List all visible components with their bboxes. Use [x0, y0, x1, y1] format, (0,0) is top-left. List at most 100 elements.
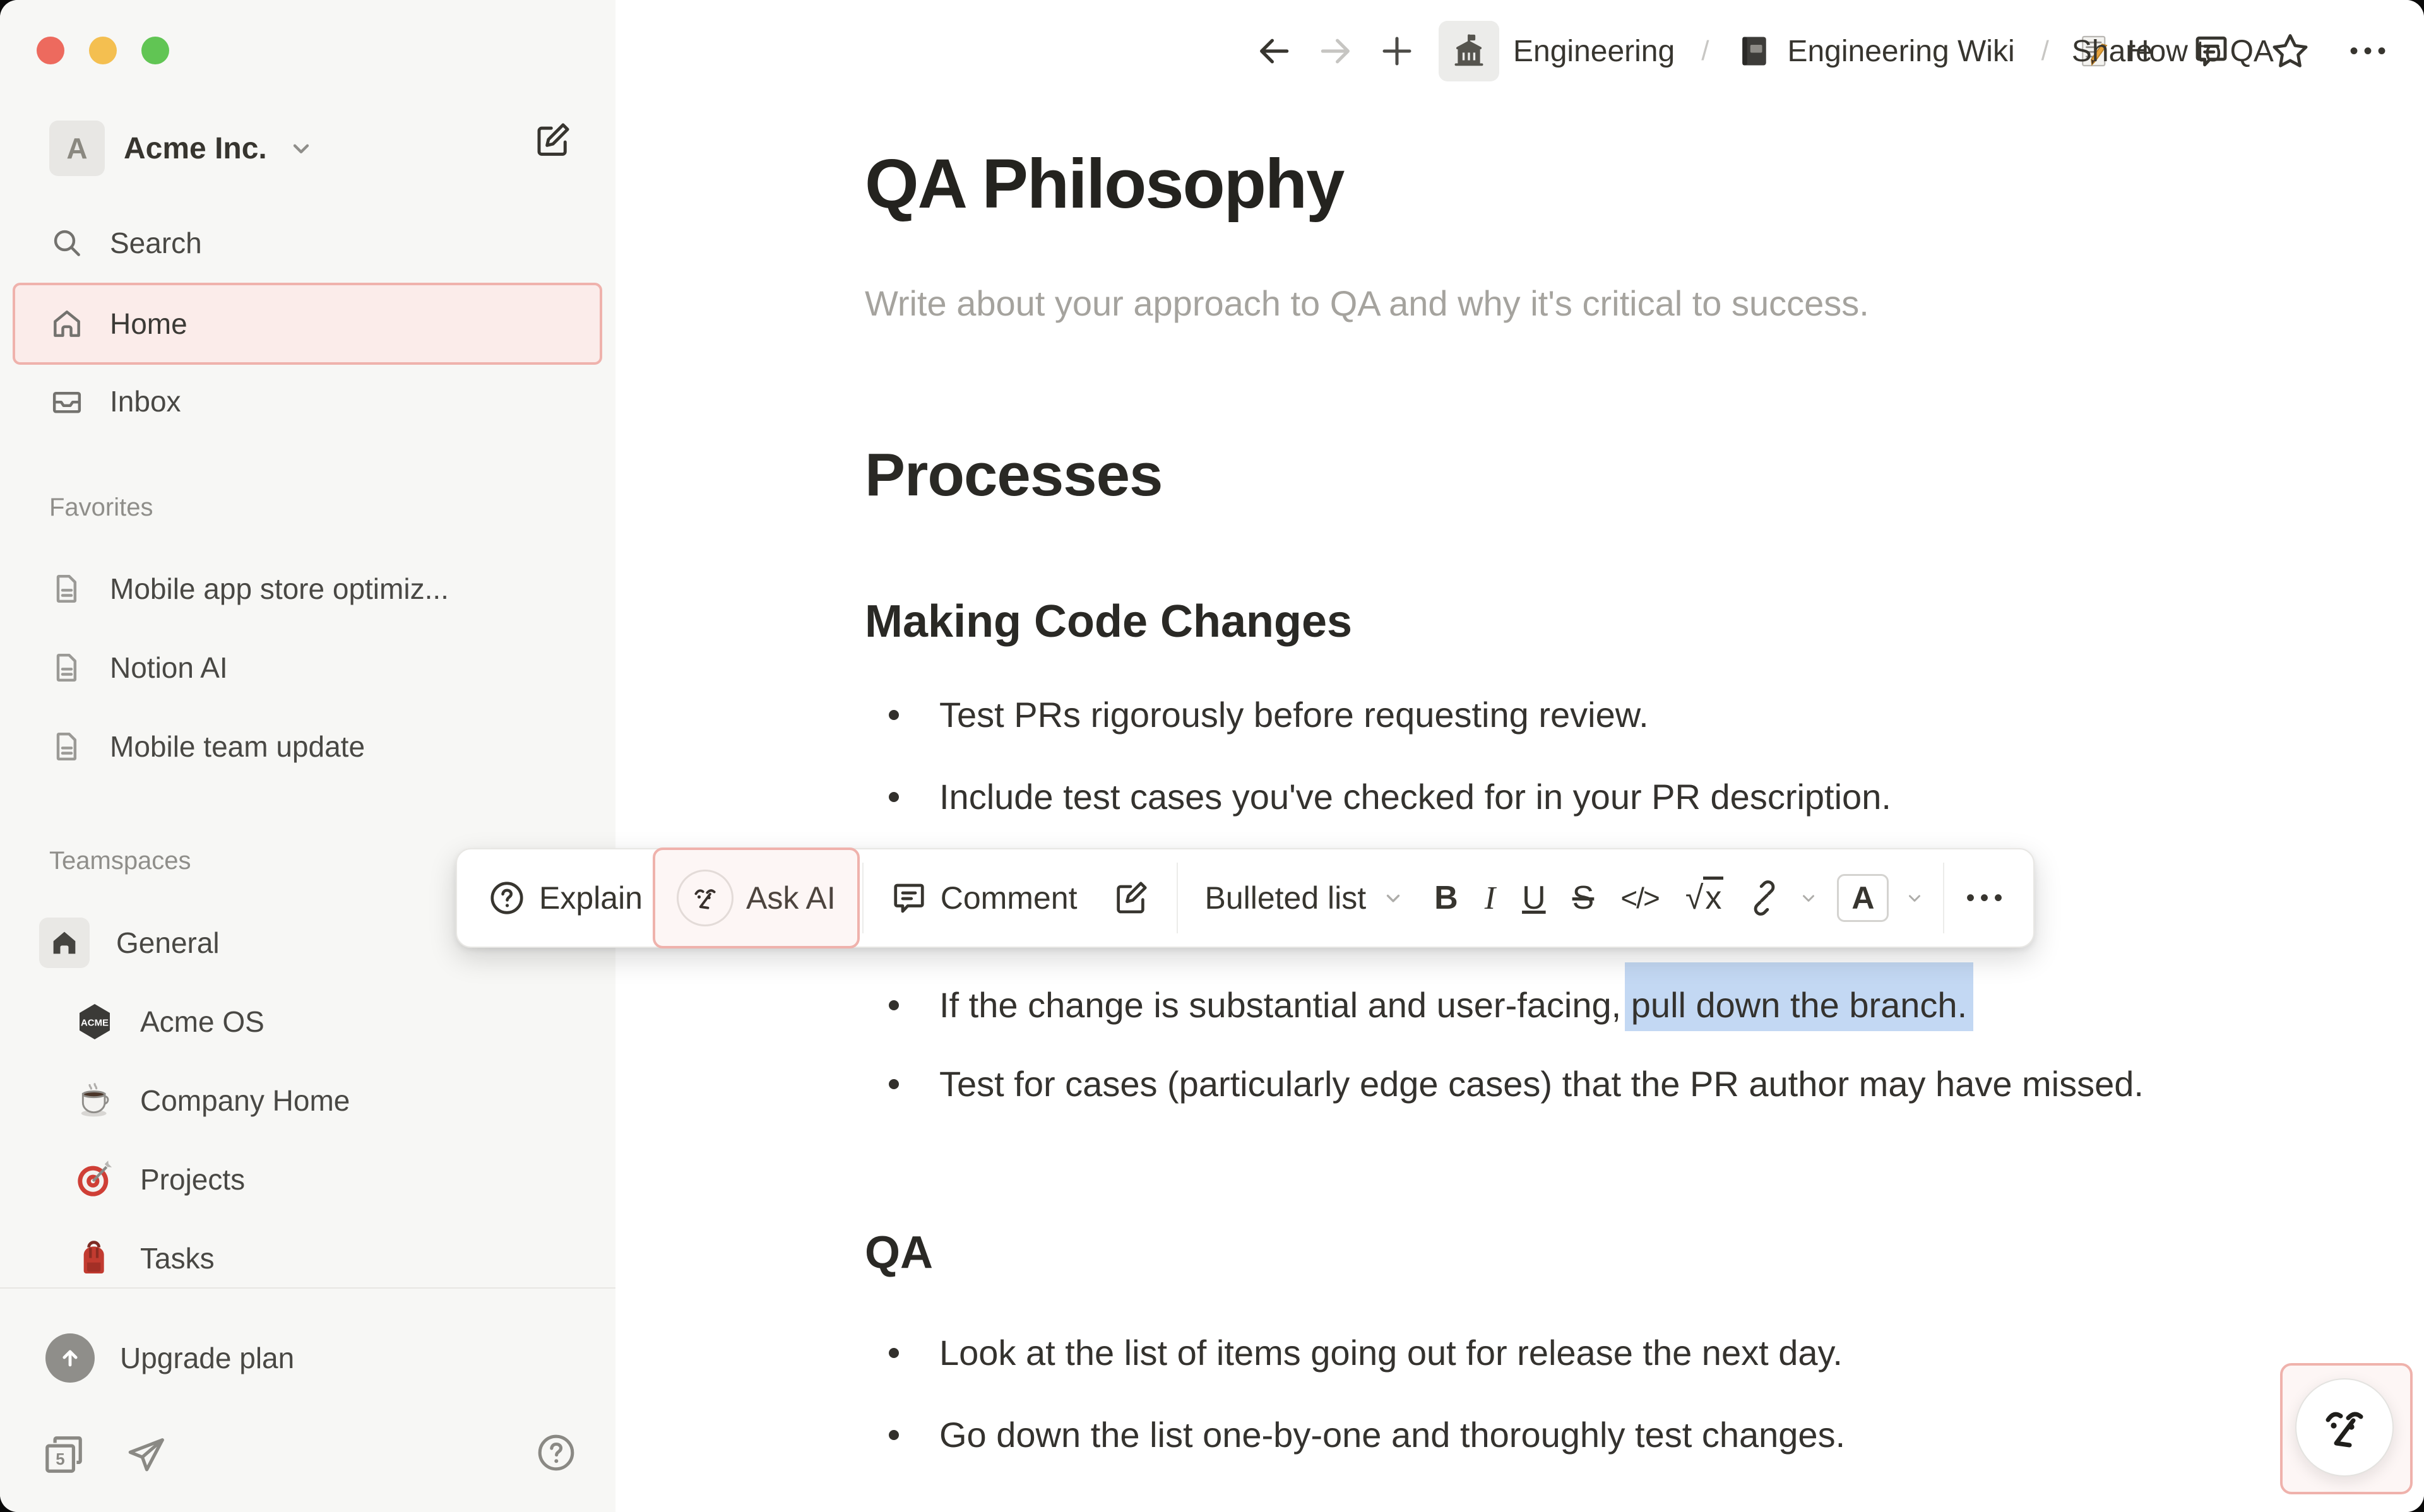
strikethrough-button[interactable]: S: [1562, 879, 1605, 917]
teamspaces-section-label: Teamspaces: [49, 847, 191, 875]
block-type-label: Bulleted list: [1204, 880, 1366, 916]
bullet-text: Test PRs rigorously before requesting re…: [939, 685, 2221, 745]
sidebar-item-search[interactable]: Search: [0, 208, 615, 278]
sidebar-item-favorite-2[interactable]: Mobile team update: [0, 712, 615, 781]
toolbar-divider: [1177, 863, 1178, 933]
notion-window: A Acme Inc. Search Home Inbo: [0, 0, 2424, 1512]
forward-arrow-icon[interactable]: [1316, 32, 1355, 71]
text-color-letter: A: [1837, 874, 1889, 922]
sidebar: A Acme Inc. Search Home Inbo: [0, 0, 615, 1512]
breadcrumb-separator: /: [1697, 35, 1713, 67]
selection-toolbar: Explain Ask AI Comment Bulleted list: [456, 848, 2035, 948]
plus-icon[interactable]: [1378, 32, 1416, 70]
breadcrumb-item-engineering[interactable]: Engineering: [1439, 21, 1675, 81]
more-actions-icon[interactable]: •••: [1957, 884, 2016, 913]
target-icon: [74, 1159, 115, 1200]
heading-processes: Processes: [865, 440, 1162, 510]
minimize-button[interactable]: [89, 37, 117, 64]
help-icon[interactable]: [533, 1430, 579, 1475]
bullet-text: Go down the list one-by-one and thorough…: [939, 1405, 2221, 1465]
selected-text: pull down the branch.: [1625, 962, 1973, 1031]
comment-label: Comment: [941, 880, 1078, 916]
main-area: Engineering / Engineering Wiki / How to …: [615, 0, 2424, 1512]
sidebar-footer: 5: [0, 1420, 615, 1489]
send-icon[interactable]: [122, 1431, 169, 1478]
new-page-icon[interactable]: [532, 119, 574, 160]
sidebar-item-company-home[interactable]: Company Home: [0, 1066, 615, 1135]
bullet-dot: [889, 1000, 899, 1010]
edit-pencil-icon: [1111, 878, 1150, 918]
breadcrumb-label: Engineering: [1513, 34, 1675, 69]
sidebar-item-favorite-0[interactable]: Mobile app store optimiz...: [0, 554, 615, 623]
general-house-icon: [39, 918, 90, 968]
bullet-text: Look at the list of items going out for …: [939, 1323, 2221, 1383]
ask-ai-button[interactable]: Ask AI: [663, 864, 850, 932]
link-button[interactable]: [1740, 864, 1824, 932]
svg-text:ACME: ACME: [81, 1017, 109, 1028]
bold-button[interactable]: B: [1424, 879, 1468, 917]
italic-button[interactable]: I: [1475, 880, 1506, 917]
notion-ai-floating-button[interactable]: [2295, 1378, 2394, 1477]
explain-button[interactable]: Explain: [473, 864, 656, 932]
comments-icon[interactable]: [2192, 32, 2231, 71]
workspace-switcher[interactable]: A Acme Inc.: [0, 114, 615, 183]
close-button[interactable]: [37, 37, 64, 64]
inbox-icon: [49, 384, 85, 419]
calendar-icon[interactable]: 5: [40, 1431, 87, 1478]
sidebar-item-label: Home: [110, 307, 187, 341]
block-type-dropdown[interactable]: Bulleted list: [1191, 864, 1418, 932]
page-title: QA Philosophy: [865, 144, 1343, 224]
comment-icon: [890, 879, 928, 917]
sidebar-item-label: Mobile app store optimiz...: [110, 572, 449, 606]
sqrt-glyph: √: [1685, 880, 1704, 916]
topbar-actions: Share •••: [2072, 0, 2391, 102]
sidebar-item-label: Inbox: [110, 384, 181, 418]
favorite-star-icon[interactable]: [2270, 31, 2310, 71]
text-color-dropdown[interactable]: A: [1831, 864, 1930, 932]
sidebar-item-label: Tasks: [140, 1241, 215, 1275]
window-controls: [37, 37, 169, 64]
sidebar-item-upgrade-plan[interactable]: Upgrade plan: [0, 1323, 615, 1393]
bullet-text: Test for cases (particularly edge cases)…: [939, 1054, 2221, 1114]
more-options-icon[interactable]: •••: [2350, 37, 2391, 66]
bullet-item: Look at the list of items going out for …: [889, 1323, 2221, 1383]
document-icon: [49, 571, 85, 606]
coffee-icon: [74, 1080, 115, 1121]
bullet-dot: [889, 1348, 899, 1358]
question-circle-icon: [487, 878, 526, 918]
document-icon: [49, 650, 85, 685]
bullet-item: Include test cases you've checked for in…: [889, 767, 2221, 827]
comment-button[interactable]: Comment: [876, 864, 1091, 932]
bullet-text: If the change is substantial and user-fa…: [939, 985, 1631, 1025]
favorites-section-label: Favorites: [49, 493, 153, 522]
share-button[interactable]: Share: [2072, 34, 2153, 69]
notebook-icon: [1735, 32, 1773, 70]
chevron-down-icon: [1799, 889, 1818, 907]
sidebar-item-projects[interactable]: Projects: [0, 1145, 615, 1214]
suggest-edits-button[interactable]: [1097, 864, 1164, 932]
ask-ai-label: Ask AI: [746, 880, 836, 916]
chevron-down-icon: [1382, 887, 1404, 909]
toolbar-divider: [1943, 863, 1944, 933]
zoom-button[interactable]: [141, 37, 169, 64]
acme-os-icon: ACME: [74, 1001, 115, 1042]
heading-making-code-changes: Making Code Changes: [865, 596, 1352, 647]
underline-button[interactable]: U: [1512, 879, 1556, 917]
bullet-item: Go down the list one-by-one and thorough…: [889, 1405, 2221, 1465]
back-arrow-icon[interactable]: [1254, 32, 1293, 71]
sidebar-item-inbox[interactable]: Inbox: [0, 367, 615, 436]
explain-label: Explain: [539, 880, 643, 916]
sidebar-item-tasks[interactable]: Tasks: [0, 1224, 615, 1293]
equation-button[interactable]: √x: [1675, 879, 1734, 917]
sidebar-item-home[interactable]: Home: [13, 283, 602, 365]
sidebar-item-favorite-1[interactable]: Notion AI: [0, 633, 615, 702]
code-button[interactable]: </>: [1610, 881, 1669, 915]
sidebar-item-label: Company Home: [140, 1084, 350, 1118]
breadcrumb-item-engineering-wiki[interactable]: Engineering Wiki: [1735, 32, 2014, 70]
sidebar-item-label: Search: [110, 226, 202, 260]
document-icon: [49, 729, 85, 764]
heading-qa: QA: [865, 1227, 933, 1279]
sidebar-item-label: Notion AI: [110, 651, 228, 685]
bullet-dot: [889, 710, 899, 720]
sidebar-item-acme-os[interactable]: ACME Acme OS: [0, 987, 615, 1056]
